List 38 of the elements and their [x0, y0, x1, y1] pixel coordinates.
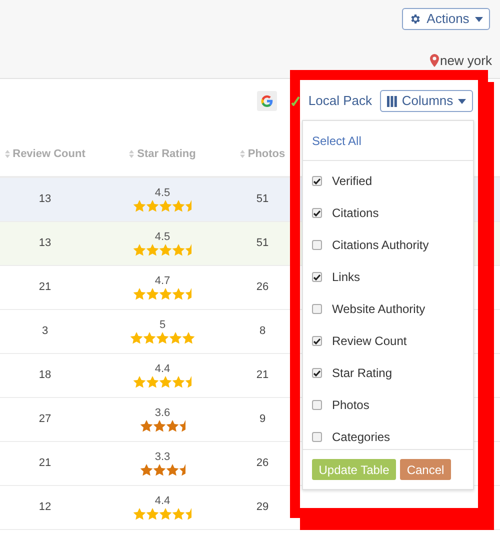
table-cell-text: 26 — [255, 456, 270, 472]
table-cell-text: 27 — [38, 412, 52, 428]
source-label: Local Pack — [308, 92, 372, 110]
table-cell-text: 12 — [38, 500, 52, 516]
columns-button[interactable]: Columns — [380, 90, 473, 112]
actions-button[interactable]: Actions — [402, 8, 490, 30]
rating-value: 4.4 — [154, 363, 170, 376]
rating-value: 4.5 — [154, 231, 170, 244]
table-cell-text: 21 — [38, 280, 52, 296]
table-cell-text: 18 — [38, 368, 52, 384]
table-cell-text: 3 — [40, 324, 50, 340]
table-cell-text: 26 — [255, 280, 270, 296]
table-cell-text: 51 — [255, 236, 270, 252]
menu-option[interactable]: Links — [303, 261, 473, 293]
table-cell-text: 21 — [255, 368, 270, 384]
rating-value: 3.6 — [154, 407, 170, 420]
table-cell-text: 13 — [38, 192, 52, 208]
menu-option[interactable]: Photos — [303, 389, 473, 421]
table-cell-text: 51 — [255, 192, 270, 208]
rating-value: 3.3 — [154, 451, 170, 464]
table-cell-text: 8 — [258, 324, 267, 340]
table-cell-text: 13 — [38, 236, 52, 252]
menu-option[interactable]: Verified — [303, 165, 473, 197]
table-cell-text: 9 — [258, 412, 267, 428]
location-label: new york — [440, 54, 492, 67]
rating-value: 4.4 — [154, 495, 170, 508]
menu-option[interactable]: Website Authority — [303, 293, 473, 325]
menu-option[interactable]: Citations Authority — [303, 229, 473, 261]
rating-value: 4.5 — [154, 187, 170, 200]
table-cell-text: 29 — [255, 500, 270, 516]
menu-option[interactable]: Review Count — [303, 325, 473, 357]
rating-value: 4.7 — [154, 275, 170, 288]
menu-option[interactable]: Citations — [303, 197, 473, 229]
menu-option[interactable]: Star Rating — [303, 357, 473, 389]
menu-option[interactable]: Categories — [303, 421, 473, 453]
table-cell-text: 21 — [38, 456, 52, 472]
rating-value: 5 — [159, 319, 166, 332]
select-all-link[interactable]: Select All — [312, 132, 362, 150]
